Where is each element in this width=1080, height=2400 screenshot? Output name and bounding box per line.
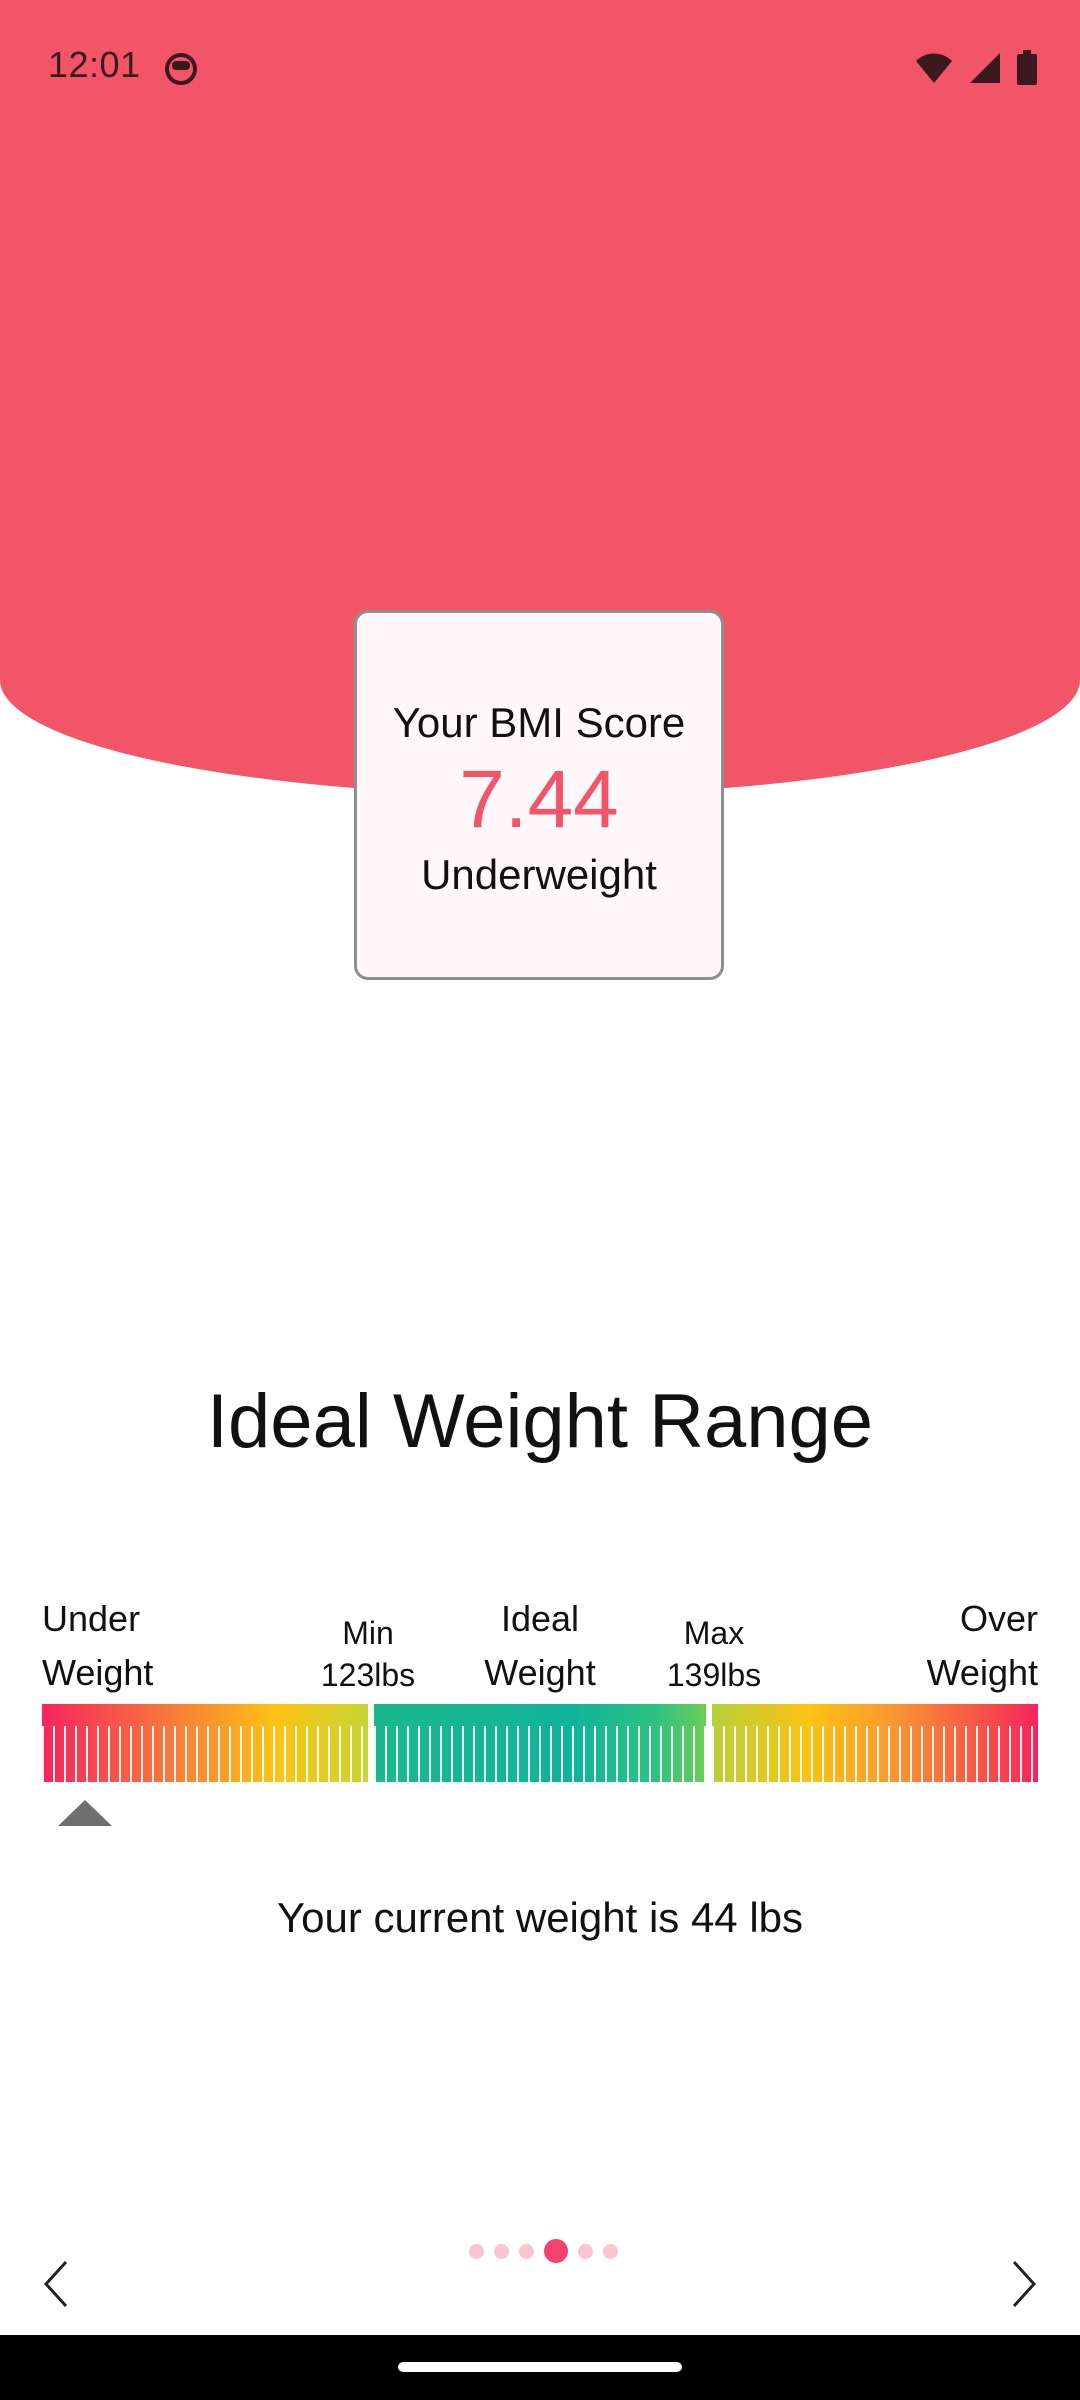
min-unit: lbs xyxy=(374,1657,416,1693)
weight-scale xyxy=(42,1704,1038,1782)
over-weight-label: Over Weight xyxy=(927,1592,1038,1700)
chevron-right-icon[interactable] xyxy=(998,2254,1048,2314)
page-dot[interactable] xyxy=(602,2243,618,2259)
overweight-segment xyxy=(712,1704,1038,1782)
ideal-weight-line: Weight xyxy=(484,1652,596,1693)
bmi-title: Your BMI Score xyxy=(392,699,686,746)
under-weight-label: Under Weight xyxy=(42,1592,153,1700)
over-weight-line: Weight xyxy=(926,1652,1038,1693)
ticks-long xyxy=(42,1726,368,1782)
bmi-score: 7.44 xyxy=(459,754,619,845)
ideal-weight-label: Ideal Weight xyxy=(470,1592,610,1700)
page-indicator xyxy=(0,2238,1080,2264)
wifi-icon xyxy=(916,53,952,83)
page-dot[interactable] xyxy=(493,2243,509,2259)
min-value-line: 123lbs xyxy=(308,1654,428,1696)
ideal-weight-range-title: Ideal Weight Range xyxy=(206,1379,874,1464)
max-value-line: 139lbs xyxy=(654,1654,774,1696)
max-unit: lbs xyxy=(720,1657,762,1693)
status-time: 12:01 xyxy=(48,44,141,85)
min-label: Min xyxy=(342,1615,394,1651)
max-weight-label: Max 139lbs xyxy=(654,1612,774,1696)
bmi-card: Your BMI Score 7.44 Underweight xyxy=(354,610,724,980)
battery-icon xyxy=(1017,50,1037,85)
page-dot-active[interactable] xyxy=(543,2239,568,2263)
navigation-bar xyxy=(0,2335,1080,2400)
underweight-segment xyxy=(42,1704,368,1782)
under-weight-line: Weight xyxy=(42,1652,154,1693)
current-weight-text: Your current weight is 44 lbs xyxy=(276,1894,804,1941)
status-bar: 12:01 xyxy=(0,0,1080,140)
gesture-handle[interactable] xyxy=(398,2362,682,2372)
face-icon xyxy=(165,53,197,85)
over-weight-line: Over xyxy=(959,1598,1038,1639)
under-weight-line: Under xyxy=(42,1598,141,1639)
current-weight-pointer xyxy=(58,1800,112,1826)
ideal-segment xyxy=(374,1704,706,1782)
bmi-category: Underweight xyxy=(421,851,657,898)
signal-icon xyxy=(970,53,1000,83)
page-dot[interactable] xyxy=(518,2243,534,2259)
max-value: 139 xyxy=(666,1657,721,1693)
page-dot[interactable] xyxy=(468,2243,484,2259)
min-value: 123 xyxy=(320,1657,375,1693)
max-label: Max xyxy=(683,1615,745,1651)
min-weight-label: Min 123lbs xyxy=(308,1612,428,1696)
page-dot[interactable] xyxy=(577,2243,593,2259)
ideal-weight-line: Ideal xyxy=(500,1598,580,1639)
ticks-long xyxy=(712,1726,1038,1782)
ticks-long xyxy=(374,1726,706,1782)
status-icons xyxy=(914,50,1038,86)
